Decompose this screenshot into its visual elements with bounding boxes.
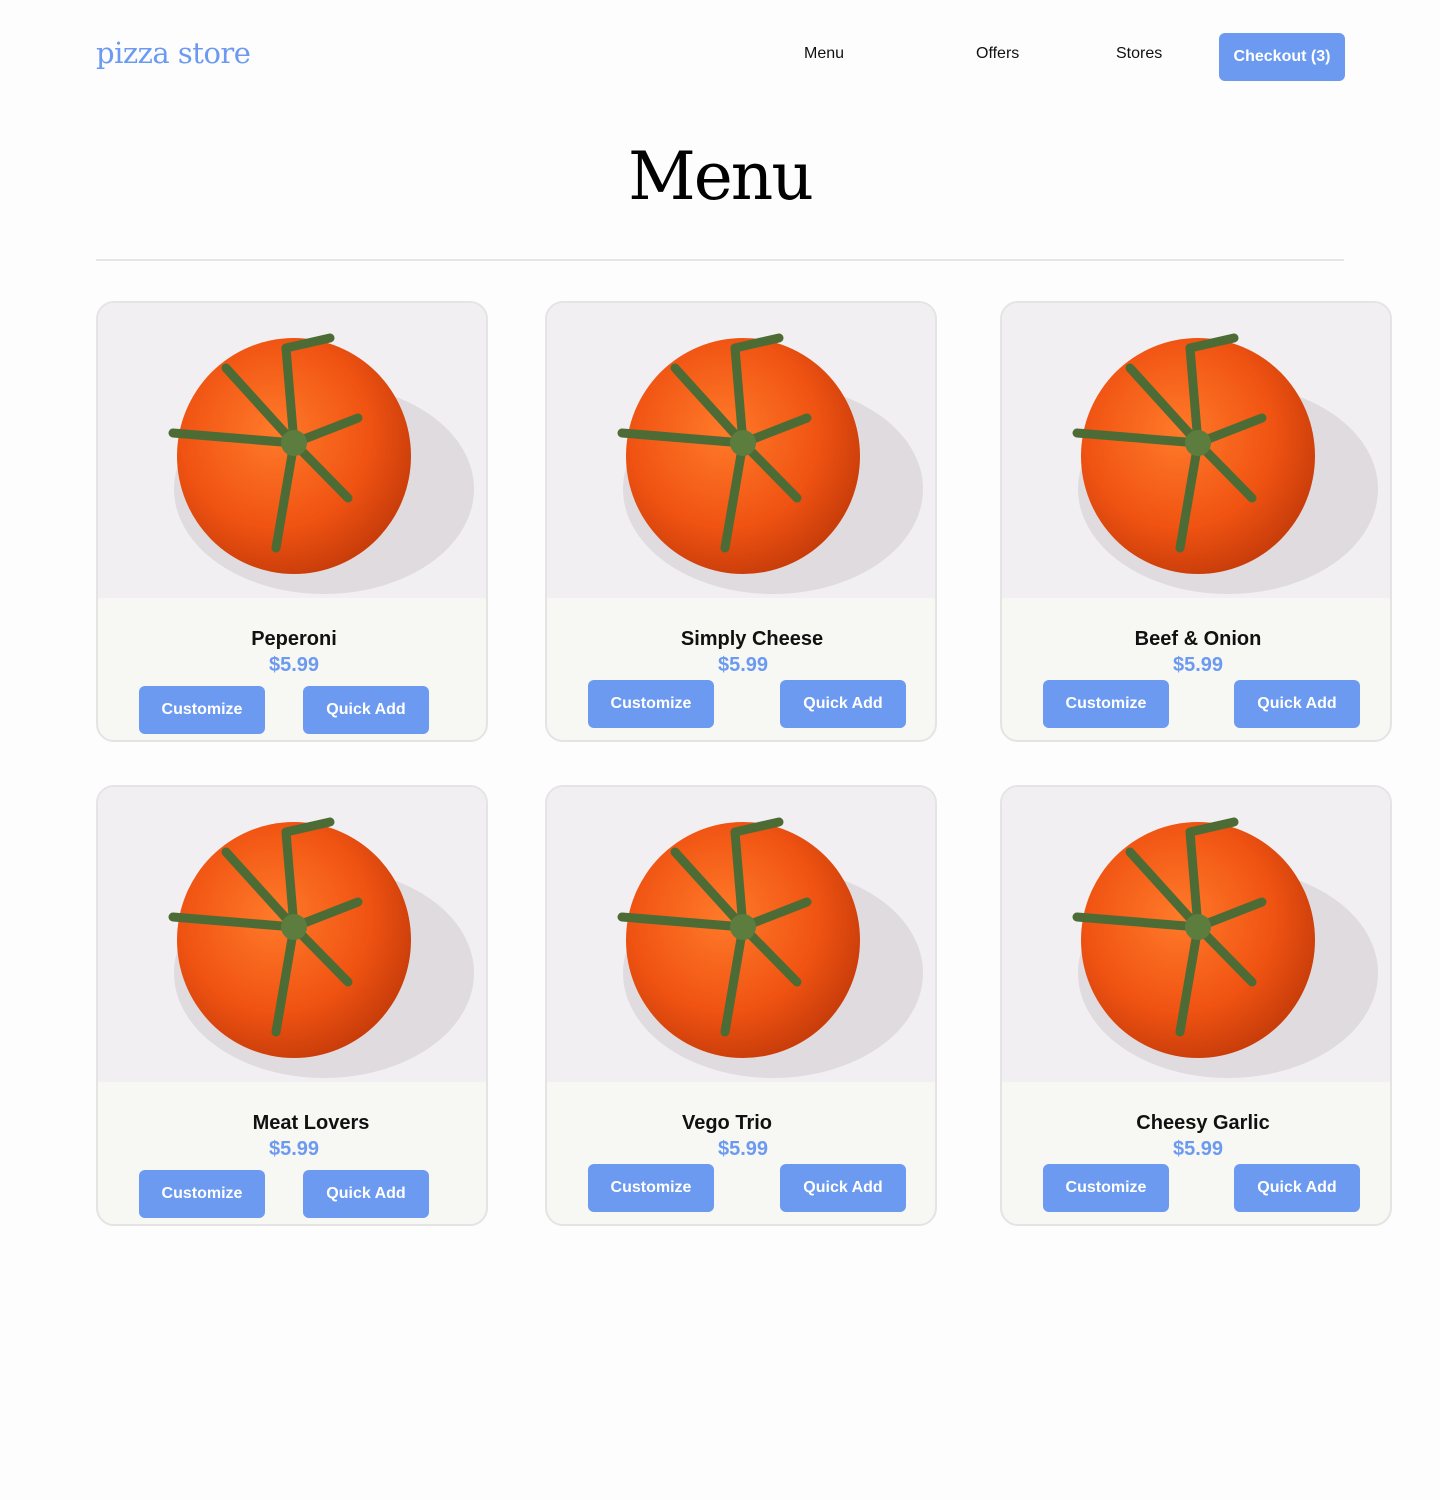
customize-button[interactable]: Customize <box>1043 1164 1169 1212</box>
tomato-image <box>547 787 935 1082</box>
menu-item-card: Vego Trio $5.99 Customize Quick Add <box>545 785 937 1226</box>
title-divider <box>96 259 1344 261</box>
nav-offers-link[interactable]: Offers <box>976 45 1019 63</box>
nav-menu-link[interactable]: Menu <box>804 45 844 63</box>
quick-add-button[interactable]: Quick Add <box>780 680 906 728</box>
item-name: Vego Trio <box>681 1112 773 1134</box>
item-price: $5.99 <box>717 654 769 676</box>
quick-add-button[interactable]: Quick Add <box>780 1164 906 1212</box>
item-price: $5.99 <box>268 1138 320 1160</box>
item-name: Cheesy Garlic <box>1136 1112 1270 1134</box>
item-price: $5.99 <box>1172 1138 1224 1160</box>
menu-item-card: Simply Cheese $5.99 Customize Quick Add <box>545 301 937 742</box>
item-price: $5.99 <box>1172 654 1224 676</box>
tomato-image <box>547 303 935 598</box>
item-price: $5.99 <box>268 654 320 676</box>
tomato-image <box>98 787 486 1082</box>
quick-add-button[interactable]: Quick Add <box>303 1170 429 1218</box>
customize-button[interactable]: Customize <box>588 1164 714 1212</box>
quick-add-button[interactable]: Quick Add <box>1234 680 1360 728</box>
tomato-image <box>98 303 486 598</box>
customize-button[interactable]: Customize <box>139 1170 265 1218</box>
item-name: Simply Cheese <box>680 628 824 650</box>
customize-button[interactable]: Customize <box>139 686 265 734</box>
checkout-button[interactable]: Checkout (3) <box>1219 33 1345 81</box>
tomato-image <box>1002 787 1390 1082</box>
item-name: Beef & Onion <box>1134 628 1262 650</box>
item-name: Meat Lovers <box>252 1112 370 1134</box>
item-name: Peperoni <box>251 628 337 650</box>
nav-stores-link[interactable]: Stores <box>1116 45 1162 63</box>
quick-add-button[interactable]: Quick Add <box>303 686 429 734</box>
item-price: $5.99 <box>717 1138 769 1160</box>
customize-button[interactable]: Customize <box>1043 680 1169 728</box>
tomato-image <box>1002 303 1390 598</box>
customize-button[interactable]: Customize <box>588 680 714 728</box>
menu-item-card: Peperoni $5.99 Customize Quick Add <box>96 301 488 742</box>
menu-item-card: Beef & Onion $5.99 Customize Quick Add <box>1000 301 1392 742</box>
page-title: Menu <box>628 138 814 215</box>
store-logo[interactable]: pizza store <box>96 36 251 70</box>
quick-add-button[interactable]: Quick Add <box>1234 1164 1360 1212</box>
menu-item-card: Cheesy Garlic $5.99 Customize Quick Add <box>1000 785 1392 1226</box>
menu-item-card: Meat Lovers $5.99 Customize Quick Add <box>96 785 488 1226</box>
